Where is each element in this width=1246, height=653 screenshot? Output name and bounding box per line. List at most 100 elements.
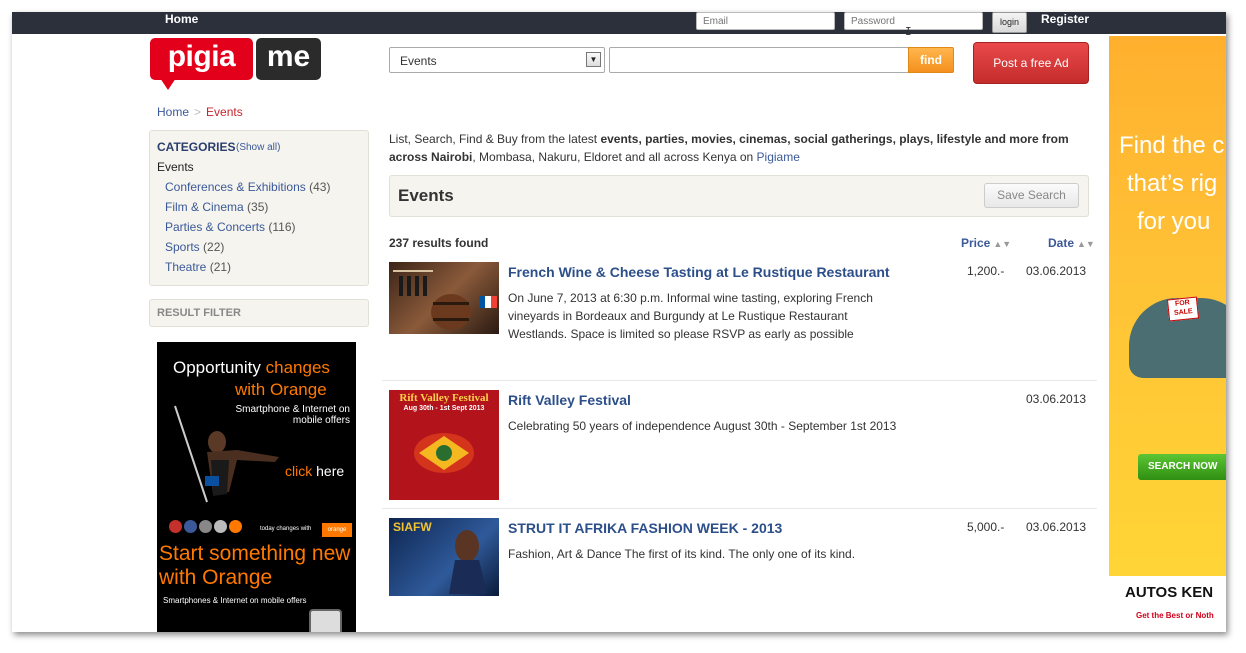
login-button[interactable]: login	[992, 12, 1027, 33]
search-input[interactable]	[609, 47, 909, 73]
listing-title[interactable]: Rift Valley Festival	[508, 392, 631, 408]
sort-arrows-icon: ▲▼	[993, 239, 1012, 249]
ad-subtext-2: Smartphones & Internet on mobile offers	[163, 596, 307, 605]
ad-click-here: click here	[285, 463, 344, 479]
orange-brand-box: orange	[322, 523, 352, 537]
result-filter-title: RESULT FILTER	[157, 307, 241, 319]
logo-tail	[160, 78, 176, 90]
post-free-ad-button[interactable]: Post a free Ad	[973, 42, 1089, 84]
password-field[interactable]	[844, 12, 983, 30]
athlete-image	[174, 405, 279, 503]
listing-thumbnail[interactable]: Rift Valley Festival Aug 30th - 1st Sept…	[389, 390, 499, 500]
listing-thumbnail[interactable]: SIAFW	[389, 518, 499, 596]
save-search-button[interactable]: Save Search	[984, 183, 1079, 208]
find-button[interactable]: find	[908, 47, 954, 73]
pigiame-link[interactable]: Pigiame	[757, 150, 800, 164]
category-theatre[interactable]: Theatre (21)	[165, 260, 231, 274]
category-label: Sports	[165, 240, 200, 254]
breadcrumb-separator: >	[194, 105, 202, 119]
search-now-button[interactable]: SEARCH NOW	[1138, 454, 1226, 480]
ad-line-1: Find the c	[1119, 132, 1225, 159]
category-sports[interactable]: Sports (22)	[165, 240, 224, 254]
category-label: Parties & Concerts	[165, 220, 266, 234]
browser-page: Home login Register I pigia me Home > Even…	[12, 12, 1226, 632]
autos-ad-banner[interactable]: Find the c that’s rig for you FOR SALE S…	[1109, 36, 1226, 632]
listing-description: On June 7, 2013 at 6:30 p.m. Informal wi…	[508, 291, 873, 341]
ad-headline-2: with Orange	[235, 380, 327, 399]
page-title: Events	[398, 186, 454, 205]
category-count: (116)	[268, 220, 296, 234]
intro-part2: , Mombasa, Nakuru, Eldoret and all acros…	[472, 150, 757, 164]
phone-icon	[309, 609, 342, 632]
listing-title[interactable]: STRUT IT AFRIKA FASHION WEEK - 2013	[508, 520, 782, 536]
listing-date: 03.06.2013	[1026, 392, 1087, 406]
sort-price-label: Price	[961, 236, 991, 250]
thumb-title: Rift Valley Festival	[399, 392, 489, 404]
orange-ad-banner[interactable]: Opportunity changes with Orange Smartpho…	[157, 342, 356, 632]
category-count: (43)	[309, 180, 331, 194]
home-link[interactable]: Home	[165, 12, 198, 26]
ad-here: here	[316, 463, 345, 479]
listing-description: Celebrating 50 years of independence Aug…	[508, 419, 897, 433]
listing-row[interactable]: Rift Valley Festival Aug 30th - 1st Sept…	[382, 381, 1097, 509]
listing-row[interactable]: SIAFW STRUT IT AFRIKA FASHION WEEK - 201…	[382, 509, 1097, 632]
category-count: (21)	[209, 260, 232, 274]
ad-line-3: for you	[1137, 208, 1211, 235]
ad-today-text: today changes with	[260, 526, 312, 532]
facebook-icon	[184, 520, 197, 533]
autos-title: AUTOS KEN	[1125, 584, 1214, 601]
categories-title: CATEGORIES	[157, 140, 236, 154]
category-label: Conferences & Exhibitions	[165, 180, 306, 194]
category-film[interactable]: Film & Cinema (35)	[165, 200, 268, 214]
breadcrumb-home[interactable]: Home	[157, 105, 189, 119]
email-field[interactable]	[696, 12, 835, 30]
listing-date: 03.06.2013	[1026, 264, 1087, 278]
intro-text: List, Search, Find & Buy from the latest…	[389, 130, 1089, 166]
youtube-icon	[169, 520, 182, 533]
listing-title[interactable]: French Wine & Cheese Tasting at Le Rusti…	[508, 264, 890, 280]
category-conferences[interactable]: Conferences & Exhibitions (43)	[165, 180, 330, 194]
wine-image	[393, 270, 497, 330]
thumb-title: SIAFW	[393, 520, 432, 534]
ad-headline: Opportunity changes	[173, 358, 330, 378]
chevron-down-icon[interactable]: ▼	[586, 52, 601, 67]
ad-headline-a: Opportunity	[173, 358, 261, 377]
category-count: (22)	[203, 240, 225, 254]
top-bar: Home login Register	[12, 12, 1226, 34]
sort-arrows-icon: ▲▼	[1077, 239, 1095, 249]
category-select[interactable]: Events ▼	[389, 47, 605, 73]
text-cursor-icon: I	[905, 25, 912, 38]
category-count: (35)	[247, 200, 269, 214]
category-label: Film & Cinema	[165, 200, 244, 214]
for-sale-sign: FOR SALE	[1166, 296, 1200, 322]
results-count: 237 results found	[389, 236, 489, 250]
sort-date[interactable]: Date ▲▼	[1048, 236, 1095, 250]
category-parties[interactable]: Parties & Concerts (116)	[165, 220, 296, 234]
register-link[interactable]: Register	[1041, 12, 1089, 26]
orange-circle-icon	[229, 520, 242, 533]
ad-line-2: that’s rig	[1127, 170, 1218, 197]
breadcrumb-current[interactable]: Events	[206, 105, 243, 119]
sort-price[interactable]: Price ▲▼	[961, 236, 1011, 250]
listing-row[interactable]: French Wine & Cheese Tasting at Le Rusti…	[382, 250, 1097, 381]
festival-pattern	[414, 433, 474, 473]
category-select-value: Events	[400, 54, 437, 68]
result-filter-panel[interactable]: RESULT FILTER	[149, 299, 369, 327]
listing-price: 5,000.-	[967, 520, 1005, 534]
listing-date: 03.06.2013	[1026, 520, 1087, 534]
autos-tagline: Get the Best or Noth	[1136, 611, 1214, 620]
logo-left: pigia	[150, 38, 253, 80]
pigiame-logo[interactable]: pigia me	[150, 38, 321, 92]
chat-icon	[214, 520, 227, 533]
category-label: Theatre	[165, 260, 207, 274]
social-icons	[169, 520, 244, 536]
ad-headline-3: Start something new	[159, 542, 351, 565]
sort-date-label: Date	[1048, 236, 1075, 250]
categories-panel: CATEGORIES (Show all) Events Conferences…	[149, 130, 369, 286]
show-all-link[interactable]: (Show all)	[236, 142, 280, 153]
listing-price: 1,200.-	[967, 264, 1005, 278]
media-icon	[199, 520, 212, 533]
ad-headline-4: with Orange	[159, 566, 273, 589]
model-image	[449, 530, 487, 594]
listing-thumbnail[interactable]	[389, 262, 499, 334]
